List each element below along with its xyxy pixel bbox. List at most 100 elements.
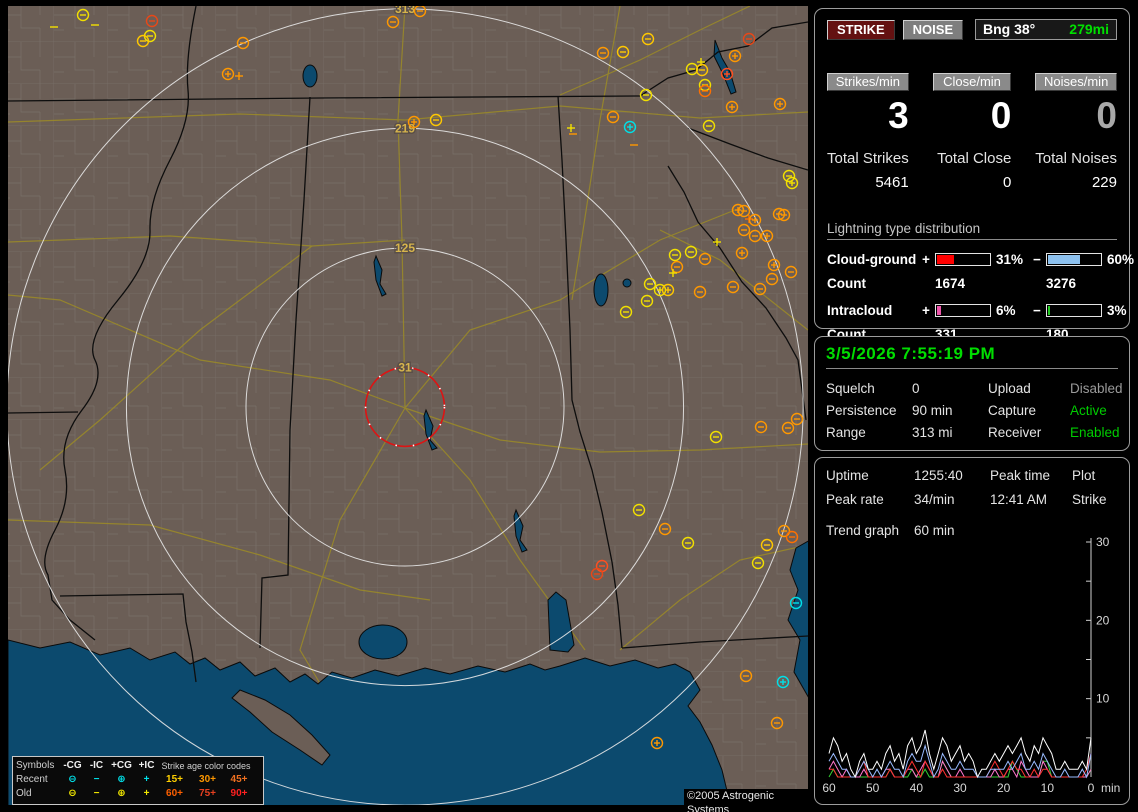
map-view[interactable]: 31125219313 ©2005 Astrogenic Systems Sym… xyxy=(0,0,812,812)
cg-positive-bar xyxy=(935,253,991,266)
range-label: Range xyxy=(826,425,912,440)
svg-text:0: 0 xyxy=(1088,781,1095,795)
squelch-label: Squelch xyxy=(826,381,912,396)
receiver-value: Enabled xyxy=(1070,425,1123,440)
strikes-per-min-value: 3 xyxy=(827,97,909,136)
intracloud-label: Intracloud xyxy=(827,303,922,318)
squelch-value: 0 xyxy=(912,381,988,396)
cg-negative-bar xyxy=(1046,253,1102,266)
plus-icon: + xyxy=(135,787,158,801)
close-column: Close/min 0 Total Close 0 xyxy=(933,73,1012,191)
intracloud-row: Intracloud + 6% − 3% xyxy=(827,303,1117,318)
distance-value: 279mi xyxy=(1069,21,1109,37)
close-per-min-value: 0 xyxy=(933,97,1012,136)
persistence-label: Persistence xyxy=(826,403,912,418)
strikes-per-min-button[interactable]: Strikes/min xyxy=(827,73,909,91)
circle-plus-icon: ⊕ xyxy=(108,787,135,801)
plot-mode-value: Strike xyxy=(1072,492,1118,507)
ic-negative-pct: 3% xyxy=(1102,303,1138,318)
minus-icon: − xyxy=(1033,252,1046,267)
plus-icon: + xyxy=(922,252,935,267)
legend-symbols-header: Symbols xyxy=(16,759,60,773)
persistence-value: 90 min xyxy=(912,403,988,418)
strike-mode-button[interactable]: STRIKE xyxy=(827,20,895,40)
uptime-label: Uptime xyxy=(826,468,914,483)
cg-negative-count: 3276 xyxy=(1046,276,1138,291)
peak-rate-label: Peak rate xyxy=(826,492,914,507)
svg-text:60: 60 xyxy=(822,781,836,795)
age-60: 60+ xyxy=(158,787,191,801)
circle-minus-icon: ⊖ xyxy=(60,773,85,787)
minus-icon: − xyxy=(85,773,108,787)
cg-positive-count: 1674 xyxy=(935,276,1033,291)
range-value: 313 mi xyxy=(912,425,988,440)
legend-col-ic-neg: -IC xyxy=(85,759,108,773)
noise-mode-button[interactable]: NOISE xyxy=(903,20,963,40)
cloud-ground-counts: Count 1674 3276 xyxy=(827,276,1117,291)
bearing-value: Bng 38° xyxy=(983,21,1035,37)
stats-panel: STRIKE NOISE Bng 38° 279mi Strikes/min 3… xyxy=(814,8,1130,329)
bearing-badge: Bng 38° 279mi xyxy=(975,19,1117,40)
circle-minus-icon: ⊖ xyxy=(60,787,85,801)
plus-icon: + xyxy=(922,303,935,318)
svg-text:50: 50 xyxy=(866,781,880,795)
capture-value: Active xyxy=(1070,403,1123,418)
ic-positive-bar xyxy=(935,304,991,317)
upload-value: Disabled xyxy=(1070,381,1123,396)
svg-text:219: 219 xyxy=(395,121,415,135)
ic-negative-bar xyxy=(1046,304,1102,317)
svg-text:30: 30 xyxy=(1096,535,1110,549)
total-noises-value: 229 xyxy=(1035,174,1117,191)
age-90: 90+ xyxy=(224,787,254,801)
legend-row-old-label: Old xyxy=(16,787,60,801)
total-noises-label: Total Noises xyxy=(1035,150,1117,167)
peak-time-value: 12:41 AM xyxy=(990,492,1072,507)
peak-time-label: Peak time xyxy=(990,468,1072,483)
svg-text:min: min xyxy=(1101,781,1120,795)
svg-text:30: 30 xyxy=(953,781,967,795)
svg-text:20: 20 xyxy=(1096,613,1110,627)
svg-text:10: 10 xyxy=(1096,692,1110,706)
legend-row-recent-label: Recent xyxy=(16,773,60,787)
svg-text:125: 125 xyxy=(395,241,415,255)
cg-positive-pct: 31% xyxy=(991,252,1033,267)
symbol-legend: Symbols -CG -IC +CG +IC Strike age color… xyxy=(12,756,264,805)
map-copyright: ©2005 Astrogenic Systems xyxy=(684,789,812,812)
lightning-map[interactable]: 31125219313 xyxy=(0,0,812,812)
cloud-ground-row: Cloud-ground + 31% − 60% xyxy=(827,252,1117,267)
receiver-label: Receiver xyxy=(988,425,1070,440)
age-75: 75+ xyxy=(191,787,224,801)
svg-text:10: 10 xyxy=(1041,781,1055,795)
svg-text:31: 31 xyxy=(398,361,412,375)
close-per-min-button[interactable]: Close/min xyxy=(933,73,1012,91)
legend-col-cg-neg: -CG xyxy=(60,759,85,773)
age-15: 15+ xyxy=(158,773,191,787)
session-panel: Uptime 1255:40 Peak time Plot Peak rate … xyxy=(814,457,1130,805)
noises-column: Noises/min 0 Total Noises 229 xyxy=(1035,73,1117,191)
legend-age-title: Strike age color codes xyxy=(158,759,254,773)
plus-icon: + xyxy=(135,773,158,787)
svg-text:20: 20 xyxy=(997,781,1011,795)
total-strikes-value: 5461 xyxy=(827,174,909,191)
total-close-label: Total Close xyxy=(933,150,1012,167)
upload-label: Upload xyxy=(988,381,1070,396)
capture-label: Capture xyxy=(988,403,1070,418)
age-45: 45+ xyxy=(224,773,254,787)
trend-graph: 10 20 30 60 50 40 30 20 10 0 min xyxy=(817,534,1129,796)
strikes-column: Strikes/min 3 Total Strikes 5461 xyxy=(827,73,909,191)
cloud-ground-label: Cloud-ground xyxy=(827,252,922,267)
circle-plus-icon: ⊕ xyxy=(108,773,135,787)
noises-per-min-button[interactable]: Noises/min xyxy=(1035,73,1117,91)
distribution-title: Lightning type distribution xyxy=(827,221,1117,240)
noises-per-min-value: 0 xyxy=(1035,97,1117,136)
total-strikes-label: Total Strikes xyxy=(827,150,909,167)
status-panel: 3/5/2026 7:55:19 PM Squelch 0 Upload Dis… xyxy=(814,336,1130,451)
plot-label: Plot xyxy=(1072,468,1118,483)
age-30: 30+ xyxy=(191,773,224,787)
peak-rate-value: 34/min xyxy=(914,492,990,507)
nexstorm-app: 31125219313 ©2005 Astrogenic Systems Sym… xyxy=(0,0,1138,812)
cg-negative-pct: 60% xyxy=(1102,252,1138,267)
datetime-display: 3/5/2026 7:55:19 PM xyxy=(826,344,1118,369)
minus-icon: − xyxy=(1033,303,1046,318)
svg-text:40: 40 xyxy=(910,781,924,795)
